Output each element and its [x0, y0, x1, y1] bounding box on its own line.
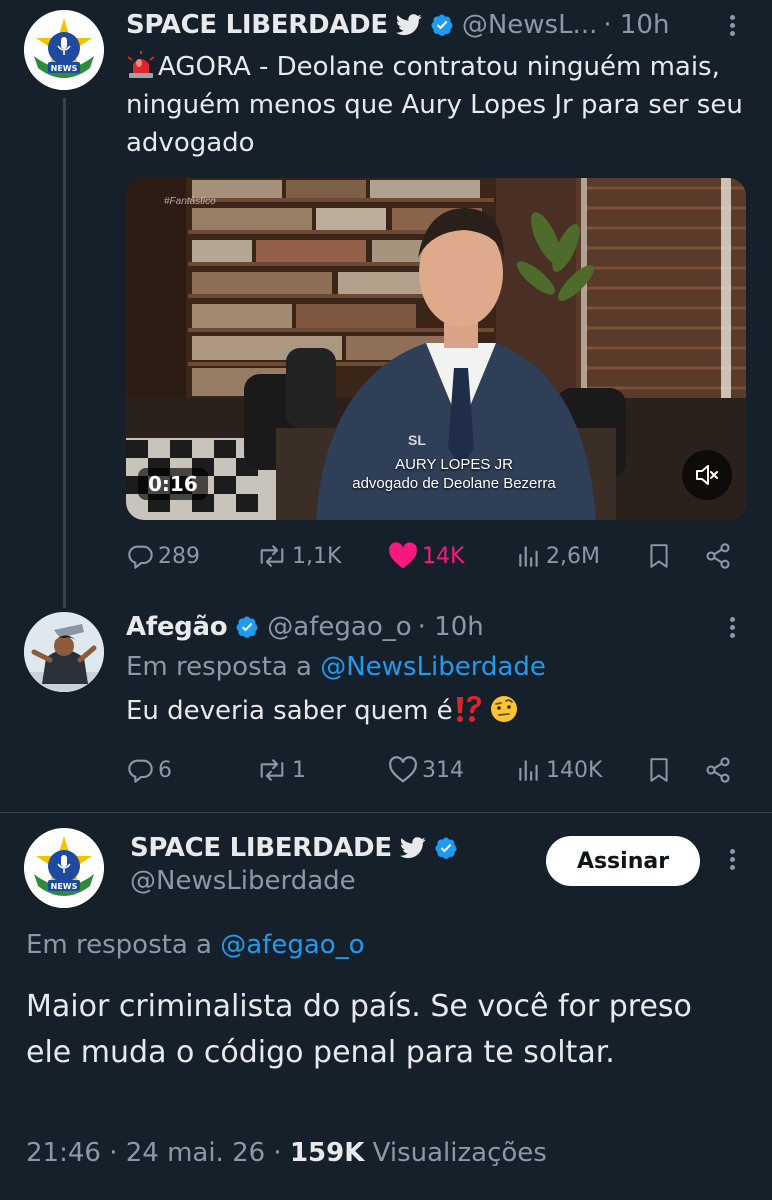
views-button[interactable]: 2,6M	[516, 538, 600, 574]
video-caption-role: advogado de Deolane Bezerra	[352, 475, 556, 492]
views-button[interactable]: 140K	[516, 752, 602, 788]
twitter-bird-icon	[400, 837, 426, 859]
share-icon	[706, 757, 730, 783]
like-count: 314	[422, 757, 464, 783]
author-handle[interactable]: @NewsL...	[462, 10, 598, 40]
video-duration: 0:16	[138, 468, 208, 500]
tweet-time: · 10h	[603, 10, 670, 40]
main-tweet-header: SPACE LIBERDADE	[130, 828, 458, 868]
tweet2-body: Eu deveria saber quem é	[126, 696, 453, 726]
tweet2-header: Afegão @afegao_o · 10h	[126, 608, 484, 646]
views-label: Visualizações	[364, 1138, 547, 1168]
views-count: 159K	[289, 1138, 365, 1168]
reply-button[interactable]: 6	[126, 752, 172, 788]
views-count: 140K	[546, 757, 603, 783]
author-name[interactable]: Afegão	[126, 612, 228, 642]
reply-button[interactable]: 289	[126, 538, 200, 574]
like-icon	[389, 542, 417, 569]
like-count: 14K	[422, 543, 465, 569]
more-icon[interactable]	[728, 614, 736, 642]
author-name[interactable]: SPACE LIBERDADE	[130, 833, 392, 863]
share-button[interactable]	[704, 538, 736, 574]
twitter-bird-icon	[396, 14, 422, 36]
repost-count: 1,1K	[292, 543, 342, 569]
mute-button[interactable]	[682, 450, 732, 500]
news-logo-icon	[24, 828, 104, 908]
author-handle[interactable]: @NewsLiberdade	[130, 866, 356, 896]
tweet-time: · 10h	[417, 612, 484, 642]
main-tweet-text: Maior criminalista do país. Se você for …	[26, 989, 692, 1070]
exclamation-question-icon	[456, 696, 481, 722]
video-logo: SL	[408, 432, 426, 448]
bookmark-icon	[650, 544, 668, 568]
tweet-meta: 21:46 · 24 mai. 26 · 159K Visualizações	[26, 1138, 547, 1168]
thread-line	[63, 98, 66, 608]
share-icon	[706, 543, 730, 569]
views-icon	[519, 546, 538, 567]
tweet2-actions: 6 1 314 140K	[126, 752, 736, 788]
reply-count: 6	[158, 757, 172, 783]
share-button[interactable]	[704, 752, 736, 788]
tweet1-header: SPACE LIBERDADE @NewsL... · 10h	[126, 6, 669, 44]
repost-icon	[260, 759, 284, 781]
news-logo-icon	[24, 10, 104, 90]
tweet1-actions: 289 1,1K 14K 2,6M	[126, 538, 736, 574]
tweet-timestamp[interactable]: 21:46 · 24 mai. 26 ·	[26, 1138, 290, 1168]
like-button[interactable]: 14K	[388, 538, 464, 574]
bookmark-button[interactable]	[646, 538, 676, 574]
verified-badge-icon	[434, 836, 458, 860]
bookmark-icon	[650, 758, 668, 782]
repost-button[interactable]: 1,1K	[256, 538, 341, 574]
more-icon[interactable]	[728, 846, 736, 874]
reply-to-link[interactable]: @NewsLiberdade	[320, 652, 546, 682]
author-handle[interactable]: @afegao_o	[267, 612, 411, 642]
mute-icon	[696, 465, 718, 485]
raised-eyebrow-emoji-icon	[490, 696, 517, 722]
verified-badge-icon	[235, 615, 259, 639]
reply-icon	[128, 545, 153, 569]
repost-icon	[260, 545, 284, 567]
avatar-space-liberdade[interactable]	[24, 828, 104, 908]
reply-context: Em resposta a @NewsLiberdade	[126, 652, 546, 682]
author-name[interactable]: SPACE LIBERDADE	[126, 10, 388, 40]
tweet1-video[interactable]: #Fantástico SL AURY LOPES JR advogado de…	[126, 178, 746, 520]
video-caption-name: AURY LOPES JR	[395, 456, 513, 473]
repost-button[interactable]: 1	[256, 752, 306, 788]
profile-photo	[24, 612, 104, 692]
avatar-space-liberdade[interactable]	[24, 10, 104, 90]
repost-count: 1	[292, 757, 306, 783]
like-button[interactable]: 314	[388, 752, 464, 788]
siren-icon	[127, 51, 155, 78]
views-icon	[519, 760, 538, 781]
reply-to-link[interactable]: @afegao_o	[220, 930, 364, 960]
verified-badge-icon	[430, 13, 454, 37]
reply-prefix: Em resposta a	[126, 652, 312, 682]
tweet1-text: AGORA - Deolane contratou ninguém mais, …	[126, 48, 756, 162]
like-icon	[389, 756, 417, 783]
reply-context: Em resposta a @afegao_o	[26, 930, 365, 960]
divider	[0, 812, 772, 813]
subscribe-button[interactable]: Assinar	[546, 836, 700, 886]
more-icon[interactable]	[728, 12, 736, 40]
tweet1-body: AGORA - Deolane contratou ninguém mais, …	[126, 52, 743, 158]
bookmark-button[interactable]	[646, 752, 676, 788]
reply-prefix: Em resposta a	[26, 930, 212, 960]
video-watermark: #Fantástico	[164, 196, 216, 207]
tweet2-text: Eu deveria saber quem é	[126, 694, 519, 726]
views-count: 2,6M	[546, 543, 600, 569]
reply-icon	[128, 759, 153, 783]
reply-count: 289	[158, 543, 200, 569]
avatar-afegao[interactable]	[24, 612, 104, 692]
